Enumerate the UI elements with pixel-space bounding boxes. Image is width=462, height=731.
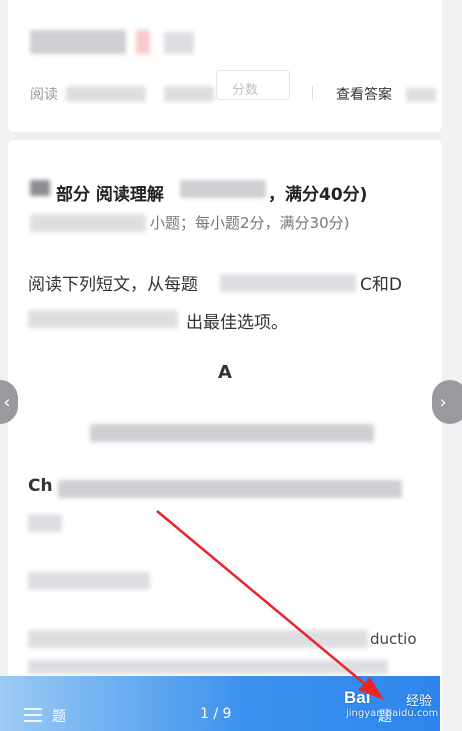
document-header-card [8, 0, 442, 132]
subheading-text: 小题；每小题2分，满分30分) [150, 214, 350, 232]
instruction-text-end: C和D [360, 275, 402, 295]
meta-redacted-right [406, 88, 436, 102]
passage-line1-redacted [58, 480, 402, 498]
document-title-redacted [30, 30, 126, 54]
bottom-toolbar [0, 676, 440, 731]
read-count-redacted [66, 86, 146, 102]
passage-line3-redacted [28, 572, 150, 590]
passage-title-redacted [90, 424, 374, 442]
chevron-left-icon: ‹ [3, 391, 11, 413]
instruction-text: 阅读下列短文，从每题 [28, 275, 198, 295]
instruction-line2-redacted [28, 310, 178, 328]
title-redacted-tail [164, 32, 194, 54]
view-answer-button[interactable]: 查看答案 [336, 84, 392, 104]
next-page-button[interactable]: › [432, 380, 462, 424]
passage-first-line: Ch [28, 476, 53, 496]
meta-redacted [164, 86, 214, 102]
subheading-redacted [30, 214, 146, 232]
passage-line2-redacted [28, 514, 62, 532]
passage-line5-redacted [28, 660, 388, 674]
question-list-button[interactable]: 题 [52, 706, 66, 726]
watermark-brand: Bai [344, 688, 371, 707]
passage-line4-redacted [28, 630, 368, 648]
read-count-label: 阅读 [30, 87, 58, 103]
instruction-line2-text: 出最佳选项。 [186, 313, 288, 333]
page-indicator: 1 / 9 [200, 706, 232, 722]
meta-divider [312, 86, 313, 100]
section-heading-redacted [180, 180, 266, 198]
watermark-brand-suffix: 经验 [406, 694, 433, 709]
passage-label: A [218, 362, 232, 383]
chevron-right-icon: › [439, 391, 447, 413]
question-list-icon[interactable] [24, 708, 42, 722]
section-heading: 部分 阅读理解 [56, 185, 164, 205]
title-redacted-accent [136, 30, 150, 54]
instruction-redacted [220, 274, 356, 292]
section-score: ，满分40分) [268, 185, 368, 205]
watermark-url: jingyan.baidu.com [346, 708, 439, 719]
score-button-label: 分数 [232, 83, 259, 98]
passage-line4-text: ductio [370, 630, 417, 648]
section-number-redacted [30, 180, 50, 196]
